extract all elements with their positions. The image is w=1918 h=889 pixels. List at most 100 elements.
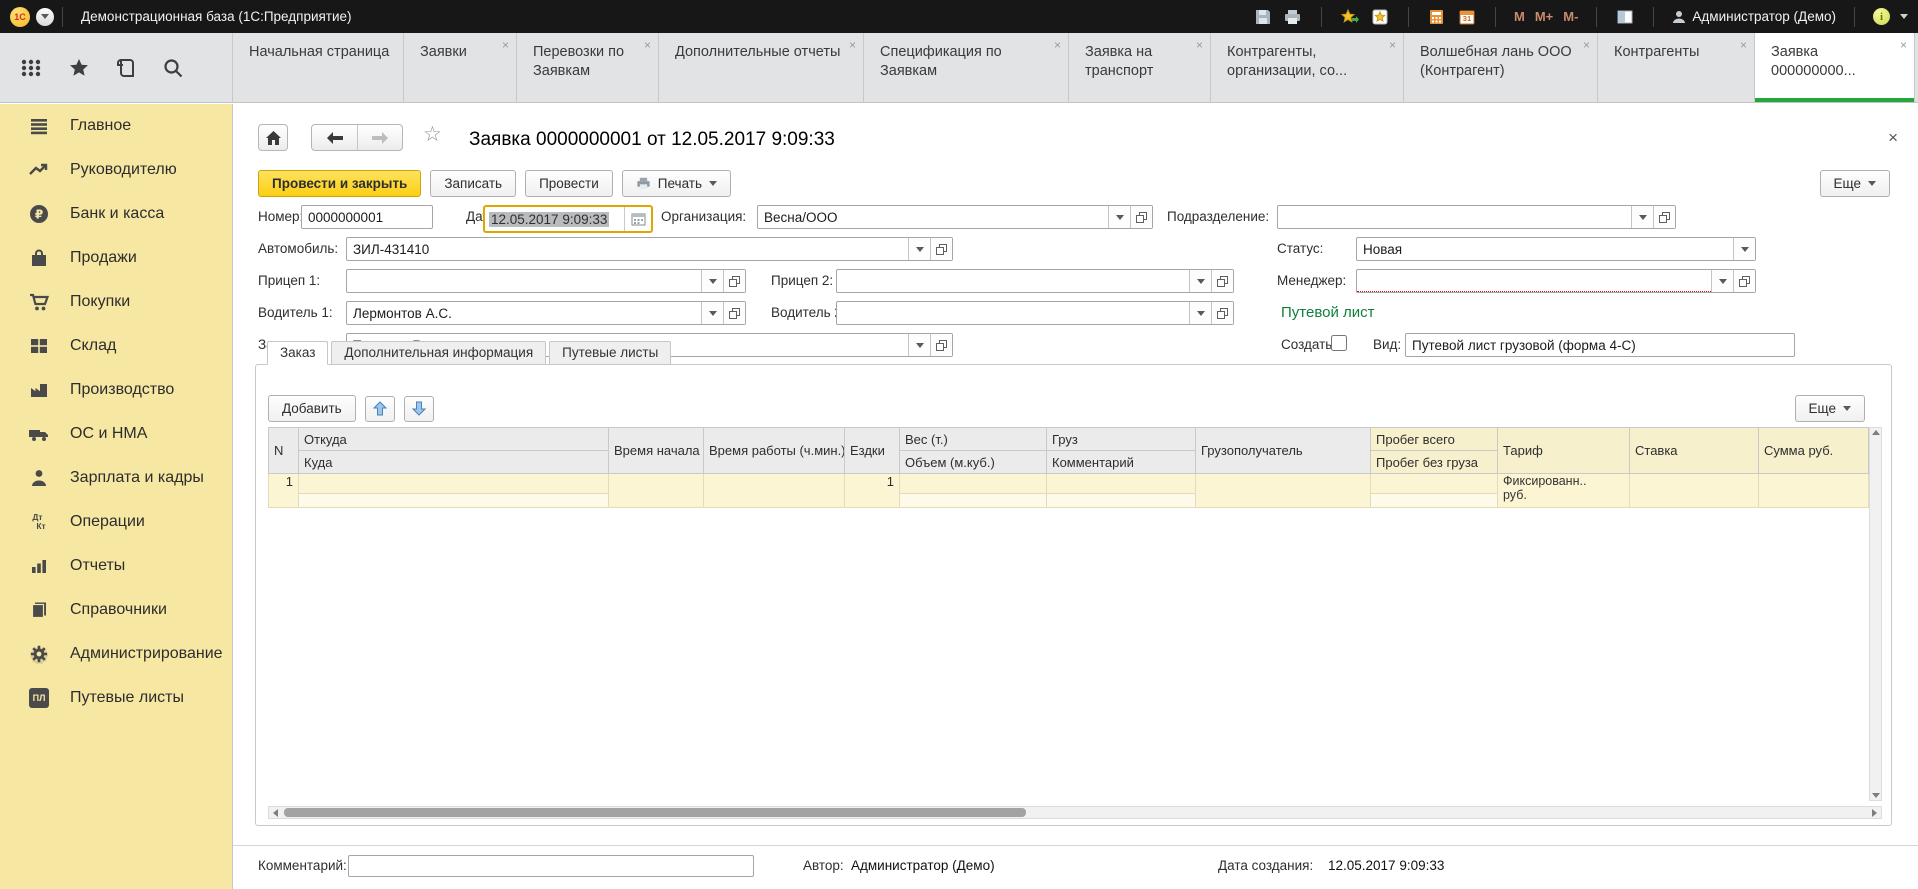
add-row-button[interactable]: Добавить bbox=[268, 395, 356, 422]
move-up-button[interactable] bbox=[365, 396, 395, 422]
driver2-input[interactable] bbox=[837, 302, 1189, 324]
sidebar-item-pokupki[interactable]: Покупки bbox=[0, 280, 232, 324]
cell-ves[interactable] bbox=[900, 474, 1047, 494]
tab-start-page[interactable]: Начальная страница bbox=[232, 33, 404, 102]
tab-perevozki[interactable]: Перевозки по Заявкам× bbox=[517, 33, 659, 102]
open-button[interactable] bbox=[723, 270, 745, 292]
dropdown-button[interactable] bbox=[1711, 270, 1733, 292]
sidebar-item-putevye-listy[interactable]: ПЛ Путевые листы bbox=[0, 676, 232, 720]
close-icon[interactable]: × bbox=[1900, 38, 1907, 54]
calculator-icon[interactable] bbox=[1427, 8, 1447, 26]
tab-kontragenty-org[interactable]: Контрагенты, организации, со...× bbox=[1211, 33, 1404, 102]
date-input[interactable]: 12.05.2017 9:09:33 bbox=[485, 207, 624, 231]
search-icon[interactable] bbox=[162, 57, 184, 79]
post-and-close-button[interactable]: Провести и закрыть bbox=[258, 170, 421, 197]
tab-dop-otchety[interactable]: Дополнительные отчеты× bbox=[659, 33, 864, 102]
close-icon[interactable]: × bbox=[1740, 38, 1747, 54]
cell-probeg-vsego[interactable] bbox=[1371, 474, 1498, 494]
more-actions-button[interactable]: Еще bbox=[1820, 170, 1890, 197]
current-user-menu[interactable]: Администратор (Демо) bbox=[1672, 9, 1836, 24]
favorites-star-icon[interactable] bbox=[68, 57, 90, 79]
tab-putevye-listy[interactable]: Путевые листы bbox=[549, 341, 671, 365]
open-button[interactable] bbox=[723, 302, 745, 324]
tab-zayavki[interactable]: Заявки× bbox=[404, 33, 517, 102]
cell-probeg-bez-gruza[interactable] bbox=[1371, 494, 1498, 508]
close-icon[interactable]: × bbox=[1389, 38, 1396, 54]
calendar-icon[interactable]: 31 bbox=[1457, 8, 1477, 26]
cell-vremya-raboty[interactable] bbox=[704, 474, 845, 508]
favorites-icon[interactable] bbox=[1370, 8, 1390, 26]
dropdown-button[interactable] bbox=[701, 302, 723, 324]
waybill-kind-input[interactable] bbox=[1405, 333, 1795, 357]
cell-vremya-nachala[interactable] bbox=[609, 474, 704, 508]
post-button[interactable]: Провести bbox=[525, 170, 613, 197]
division-input[interactable] bbox=[1278, 206, 1631, 228]
info-icon[interactable]: i bbox=[1873, 8, 1890, 25]
dropdown-button[interactable] bbox=[1189, 302, 1211, 324]
status-input[interactable] bbox=[1357, 238, 1733, 260]
trailer1-input[interactable] bbox=[347, 270, 701, 292]
back-button[interactable] bbox=[312, 125, 357, 150]
add-favorite-icon[interactable] bbox=[1340, 8, 1360, 26]
close-icon[interactable]: × bbox=[644, 38, 651, 54]
cell-summa[interactable] bbox=[1759, 474, 1869, 508]
open-button[interactable] bbox=[1130, 206, 1152, 228]
cell-row-number[interactable]: 1 bbox=[269, 474, 299, 508]
open-button[interactable] bbox=[1211, 302, 1233, 324]
sidebar-item-otchety[interactable]: Отчеты bbox=[0, 544, 232, 588]
tab-dop-informaciya[interactable]: Дополнительная информация bbox=[331, 341, 546, 365]
cell-tarif[interactable]: Фиксированн.. руб. bbox=[1498, 474, 1630, 508]
close-icon[interactable]: × bbox=[849, 38, 856, 54]
table-more-button[interactable]: Еще bbox=[1795, 395, 1865, 422]
cell-gruzopoluchatel[interactable] bbox=[1196, 474, 1371, 508]
print-icon[interactable] bbox=[1283, 8, 1303, 26]
open-button[interactable] bbox=[1653, 206, 1675, 228]
memory-minus-button[interactable]: M- bbox=[1563, 9, 1578, 24]
cell-otkuda[interactable] bbox=[299, 474, 609, 494]
sidebar-item-zarplata[interactable]: Зарплата и кадры bbox=[0, 456, 232, 500]
sidebar-item-rukovoditelyu[interactable]: Руководителю bbox=[0, 148, 232, 192]
vertical-scrollbar[interactable] bbox=[1869, 427, 1882, 801]
sidebar-item-sklad[interactable]: Склад bbox=[0, 324, 232, 368]
tab-zakaz[interactable]: Заказ bbox=[267, 341, 328, 365]
sidebar-item-os-i-nma[interactable]: ОС и НМА bbox=[0, 412, 232, 456]
dropdown-button[interactable] bbox=[908, 238, 930, 260]
sidebar-item-operacii[interactable]: ДтКт Операции bbox=[0, 500, 232, 544]
print-button[interactable]: Печать bbox=[622, 170, 731, 197]
cell-kommentariy[interactable] bbox=[1047, 494, 1196, 508]
tab-specifikaciya[interactable]: Спецификация по Заявкам× bbox=[864, 33, 1069, 102]
scroll-left-icon[interactable] bbox=[269, 807, 282, 818]
trailer2-input[interactable] bbox=[837, 270, 1189, 292]
close-document-button[interactable]: × bbox=[1888, 128, 1898, 148]
cell-kuda[interactable] bbox=[299, 494, 609, 508]
driver1-input[interactable] bbox=[347, 302, 701, 324]
cell-ezdki[interactable]: 1 bbox=[845, 474, 900, 508]
dropdown-button[interactable] bbox=[701, 270, 723, 292]
write-button[interactable]: Записать bbox=[430, 170, 516, 197]
dropdown-button[interactable] bbox=[1733, 238, 1755, 260]
sidebar-item-bank-i-kassa[interactable]: ₽ Банк и касса bbox=[0, 192, 232, 236]
scroll-down-icon[interactable] bbox=[1872, 793, 1880, 798]
manager-input[interactable] bbox=[1357, 270, 1711, 292]
sidebar-item-spravochniki[interactable]: Справочники bbox=[0, 588, 232, 632]
open-button[interactable] bbox=[1211, 270, 1233, 292]
chevron-down-icon[interactable] bbox=[1900, 14, 1908, 19]
move-down-button[interactable] bbox=[404, 396, 434, 422]
close-icon[interactable]: × bbox=[1583, 38, 1590, 54]
cell-stavka[interactable] bbox=[1630, 474, 1759, 508]
comment-input[interactable] bbox=[348, 855, 754, 877]
home-button[interactable] bbox=[258, 124, 288, 151]
dropdown-button[interactable] bbox=[1189, 270, 1211, 292]
tab-zayavka-transport[interactable]: Заявка на транспорт× bbox=[1069, 33, 1211, 102]
sidebar-item-glavnoe[interactable]: Главное bbox=[0, 104, 232, 148]
open-button[interactable] bbox=[930, 238, 952, 260]
forward-button[interactable] bbox=[357, 125, 402, 150]
favorite-star-icon[interactable]: ☆ bbox=[423, 124, 442, 145]
memory-recall-button[interactable]: M bbox=[1514, 9, 1525, 24]
open-button[interactable] bbox=[1733, 270, 1755, 292]
sidebar-item-administrirovanie[interactable]: Администрирование bbox=[0, 632, 232, 676]
close-icon[interactable]: × bbox=[1196, 38, 1203, 54]
open-button[interactable] bbox=[930, 334, 952, 356]
tab-kontragenty[interactable]: Контрагенты× bbox=[1598, 33, 1755, 102]
horizontal-scrollbar[interactable] bbox=[268, 806, 1882, 819]
